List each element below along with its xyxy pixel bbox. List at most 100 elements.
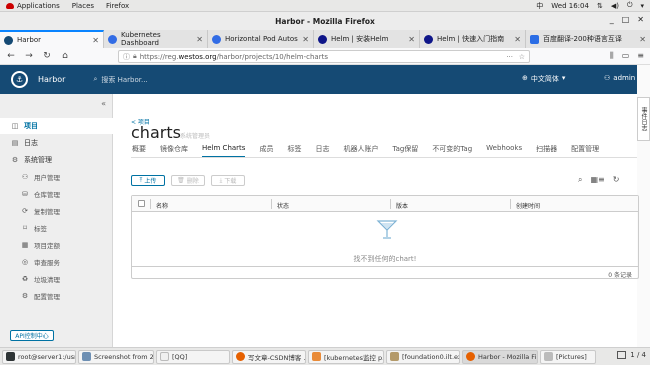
tab-repositories[interactable]: 镜像仓库 <box>160 144 188 158</box>
tab-close-icon[interactable]: ✕ <box>635 35 646 44</box>
task-terminal[interactable]: root@server1:/usr... <box>2 349 76 364</box>
tab-close-icon[interactable]: ✕ <box>404 35 415 44</box>
power-icon[interactable]: ⏻ <box>627 1 633 10</box>
tab-summary[interactable]: 概要 <box>132 144 146 158</box>
reload-icon[interactable]: ↻ <box>40 51 54 61</box>
tab-close-icon[interactable]: ✕ <box>88 36 99 45</box>
tab-webhooks[interactable]: Webhooks <box>486 144 522 158</box>
page-actions-icon[interactable]: ··· <box>506 53 513 61</box>
tab-logs[interactable]: 日志 <box>315 144 329 158</box>
browser-tab-kubernetes-dashboard[interactable]: Kubernetes Dashboard ✕ <box>104 30 208 48</box>
task-csdn[interactable]: 写文章-CSDN博客 ... <box>232 349 306 364</box>
places-menu[interactable]: Places <box>72 2 94 10</box>
info-icon[interactable]: ⓘ <box>123 52 130 62</box>
task-pictures[interactable]: [Pictures] <box>540 349 596 364</box>
tab-robot-accounts[interactable]: 机器人账户 <box>343 144 378 158</box>
maximize-icon[interactable]: □ <box>622 15 630 24</box>
task-kubernetes-monitoring[interactable]: [kubernetes监控 p... <box>308 349 384 364</box>
home-icon[interactable]: ⌂ <box>58 51 72 61</box>
tab-close-icon[interactable]: ✕ <box>510 35 521 44</box>
search-icon[interactable]: ⌕ <box>578 175 582 185</box>
app-name[interactable]: Harbor <box>38 75 65 84</box>
workspace-switcher[interactable]: 1 / 4 <box>617 351 646 359</box>
download-icon: ⤓ <box>219 176 223 184</box>
view-toggle-icon[interactable]: ▦≡ <box>590 175 604 185</box>
tab-members[interactable]: 成员 <box>259 144 273 158</box>
bookmark-star-icon[interactable]: ☆ <box>519 53 525 61</box>
tab-scanners[interactable]: 扫描器 <box>536 144 557 158</box>
tab-close-icon[interactable]: ✕ <box>192 35 203 44</box>
tab-helm-charts[interactable]: Helm Charts <box>202 144 246 158</box>
tab-close-icon[interactable]: ✕ <box>298 35 309 44</box>
tab-configuration[interactable]: 配置管理 <box>571 144 599 158</box>
collapse-sidebar-icon[interactable]: « <box>101 99 106 108</box>
tab-labels[interactable]: 标签 <box>287 144 301 158</box>
clock[interactable]: Wed 16:04 <box>551 2 589 10</box>
select-all-checkbox[interactable] <box>138 200 145 207</box>
forward-icon[interactable]: → <box>22 51 36 61</box>
browser-tab-baidu-translate[interactable]: 百度翻译-200种语言互译 ✕ <box>526 30 650 48</box>
sidebar-item-logs[interactable]: ▤ 日志 <box>0 135 113 151</box>
browser-tab-helm-quickstart[interactable]: Helm | 快速入门指南 ✕ <box>420 30 526 48</box>
minimize-icon[interactable]: _ <box>610 15 614 24</box>
sidebar-item-labels[interactable]: ⌑ 标签 <box>0 220 113 236</box>
task-qq[interactable]: [QQ] <box>156 349 230 364</box>
sidebar-item-administration[interactable]: ⚙︎ 系统管理 <box>0 152 113 168</box>
user-icon: ⚇ <box>604 74 611 82</box>
gc-icon: ♻︎ <box>21 275 29 283</box>
language-selector[interactable]: ⊕ 中文简体 ▾ <box>522 74 565 84</box>
chevron-down-icon[interactable]: ▾ <box>640 2 644 10</box>
network-icon[interactable]: ⇅ <box>597 2 603 10</box>
input-method-indicator[interactable]: 中 <box>536 1 543 11</box>
chevron-down-icon: ▾ <box>561 74 566 82</box>
sidebar-item-projects[interactable]: ◫ 项目 <box>0 118 113 134</box>
grid-tools: ⌕ ▦≡ ↻ <box>578 175 619 185</box>
download-button[interactable]: ⤓ 下载 <box>211 175 245 186</box>
task-harbor-firefox[interactable]: Harbor - Mozilla Fi... <box>462 349 538 364</box>
column-created[interactable]: 创建时间 <box>516 201 540 210</box>
window-titlebar: Harbor - Mozilla Firefox _ □ ✕ <box>0 12 650 30</box>
sidebar-item-registries[interactable]: ⛁ 仓库管理 <box>0 186 113 202</box>
tag-icon: ⌑ <box>23 224 27 232</box>
global-search-input[interactable]: ⌕ 搜索 Harbor... <box>93 75 147 85</box>
sidebar-item-interrogation-services[interactable]: ◎ 审查服务 <box>0 254 113 270</box>
harbor-header: ⚓︎ Harbor ⌕ 搜索 Harbor... ⊕ 中文简体 ▾ ⚇ admi… <box>0 65 642 94</box>
column-divider <box>510 199 511 209</box>
replication-icon: ⟳ <box>22 207 28 215</box>
refresh-icon[interactable]: ↻ <box>613 175 620 185</box>
sidebar-item-users[interactable]: ⚇ 用户管理 <box>0 169 113 185</box>
delete-button[interactable]: 🗑︎ 删除 <box>171 175 205 186</box>
sidebar-item-configuration[interactable]: ⚙︎ 配置管理 <box>0 288 113 304</box>
upload-button[interactable]: ⤒ 上传 <box>131 175 165 186</box>
browser-tab-harbor[interactable]: Harbor ✕ <box>0 30 104 48</box>
column-name[interactable]: 名称 <box>156 201 168 210</box>
firefox-menu[interactable]: Firefox <box>106 2 129 10</box>
tab-tag-retention[interactable]: Tag保留 <box>392 144 418 158</box>
close-icon[interactable]: ✕ <box>637 15 644 24</box>
volume-icon[interactable]: ◀) <box>611 2 619 10</box>
column-status[interactable]: 状态 <box>277 201 289 210</box>
back-icon[interactable]: ← <box>4 51 18 61</box>
url-bar[interactable]: ⓘ 🔒︎ https://reg. westos.org/harbor/proje… <box>118 50 530 63</box>
sidebar-item-garbage-collection[interactable]: ♻︎ 垃圾清理 <box>0 271 113 287</box>
harbor-logo-icon[interactable]: ⚓︎ <box>11 71 28 88</box>
kubernetes-favicon <box>108 34 117 44</box>
lock-icon: 🔒︎ <box>133 52 137 60</box>
folder-icon <box>544 352 553 361</box>
event-log-side-tab[interactable]: 事件日志 <box>637 97 650 141</box>
sidebar-icon[interactable]: ▭ <box>622 51 630 61</box>
library-icon[interactable]: ⫼ <box>610 51 614 61</box>
column-version[interactable]: 版本 <box>396 201 408 210</box>
browser-tab-hpa[interactable]: Horizontal Pod Autoscale ✕ <box>208 30 314 48</box>
menu-icon[interactable]: ≡ <box>637 51 644 61</box>
sidebar-item-replications[interactable]: ⟳ 复制管理 <box>0 203 113 219</box>
task-foundation0[interactable]: [foundation0.ilt.ex... <box>386 349 460 364</box>
column-divider <box>150 199 151 209</box>
applications-menu[interactable]: Applications <box>6 2 60 10</box>
tab-immutable-tags[interactable]: 不可变的Tag <box>432 144 472 158</box>
sidebar-item-project-quotas[interactable]: ▦ 项目定额 <box>0 237 113 253</box>
upload-icon: ⤒ <box>139 176 143 184</box>
task-screenshot[interactable]: Screenshot from 2... <box>78 349 154 364</box>
browser-tab-helm-install[interactable]: Helm | 安装Helm ✕ <box>314 30 420 48</box>
api-center-button[interactable]: API控制中心 <box>10 330 54 341</box>
